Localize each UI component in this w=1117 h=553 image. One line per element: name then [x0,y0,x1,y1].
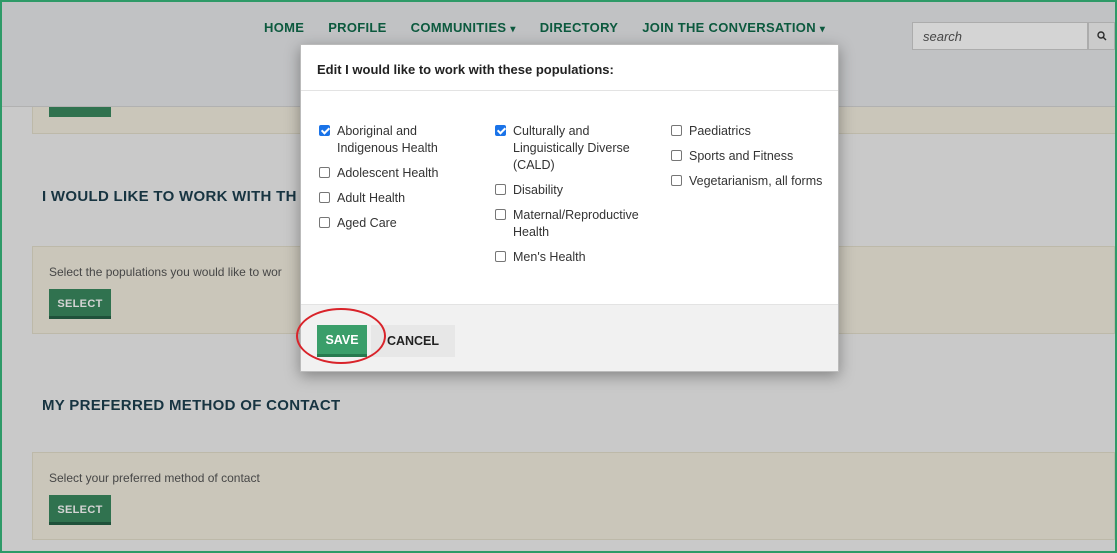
population-option-label: Adult Health [337,191,406,205]
population-option[interactable]: Adult Health [319,190,479,207]
population-option[interactable]: Maternal/Reproductive Health [495,207,655,241]
checkbox-column-3: Paediatrics Sports and Fitness Vegetariani… [671,123,831,198]
population-option[interactable]: Sports and Fitness [671,148,831,165]
population-option-label: Sports and Fitness [689,149,794,163]
population-option-label: Adolescent Health [337,166,439,180]
checkbox-column-1: Aboriginal and Indigenous Health Adolesce… [319,123,479,240]
checkbox-unchecked[interactable] [671,125,682,136]
population-option[interactable]: Adolescent Health [319,165,479,182]
population-option[interactable]: Vegetarianism, all forms [671,173,831,190]
checkbox-unchecked[interactable] [495,209,506,220]
populations-checkbox-grid: Aboriginal and Indigenous Health Adolesce… [301,91,838,305]
population-option-label: Vegetarianism, all forms [689,174,823,188]
population-option[interactable]: Aboriginal and Indigenous Health [319,123,479,157]
population-option[interactable]: Culturally and Linguistically Diverse (C… [495,123,655,174]
population-option[interactable]: Men's Health [495,249,655,266]
checkbox-column-2: Culturally and Linguistically Diverse (C… [495,123,655,274]
population-option-label: Men's Health [513,250,586,264]
page: HOME PROFILE COMMUNITIES ▾ DIRECTORY JOIN THE… [2,2,1115,551]
population-option-label: Aboriginal and Indigenous Health [337,124,438,155]
population-option[interactable]: Paediatrics [671,123,831,140]
population-option-label: Aged Care [337,216,397,230]
population-option[interactable]: Aged Care [319,215,479,232]
modal-title: Edit I would like to work with these pop… [301,45,838,91]
population-option[interactable]: Disability [495,182,655,199]
checkbox-unchecked[interactable] [495,251,506,262]
checkbox-unchecked[interactable] [671,175,682,186]
checkbox-checked[interactable] [495,125,506,136]
population-option-label: Maternal/Reproductive Health [513,208,639,239]
checkbox-unchecked[interactable] [319,167,330,178]
checkbox-unchecked[interactable] [671,150,682,161]
checkbox-unchecked[interactable] [319,192,330,203]
save-highlight-annotation [296,308,386,364]
population-option-label: Culturally and Linguistically Diverse (C… [513,124,630,172]
checkbox-unchecked[interactable] [319,217,330,228]
checkbox-checked[interactable] [319,125,330,136]
browser-frame: HOME PROFILE COMMUNITIES ▾ DIRECTORY JOIN THE… [0,0,1117,553]
checkbox-unchecked[interactable] [495,184,506,195]
population-option-label: Paediatrics [689,124,751,138]
population-option-label: Disability [513,183,564,197]
